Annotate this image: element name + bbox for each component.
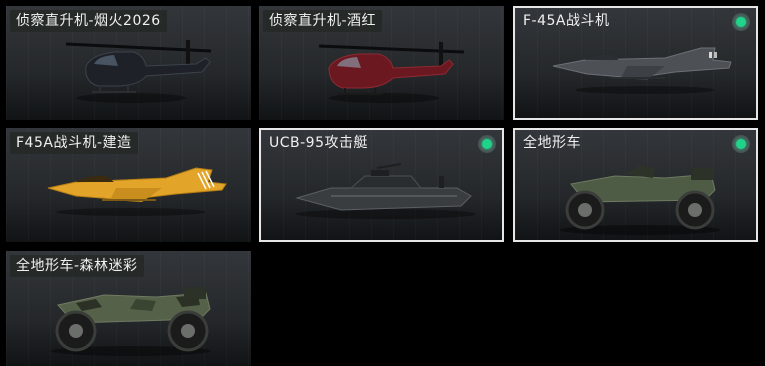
vehicle-label: F-45A战斗机 — [523, 13, 610, 29]
equipped-indicator-icon — [732, 135, 750, 153]
vehicle-card-atv[interactable]: 全地形车 — [513, 128, 758, 242]
vehicle-card-ucb95-attack-boat[interactable]: UCB-95攻击艇 — [259, 128, 504, 242]
vehicle-card-scout-heli-wine-red[interactable]: 侦察直升机-酒红 — [259, 6, 504, 120]
vehicle-label: UCB-95攻击艇 — [269, 135, 368, 151]
vehicle-skin-grid: 侦察直升机-烟火2026 侦察直升机-酒红 F-45A战斗机 F45A战斗机-建… — [0, 0, 765, 366]
vehicle-card-f45a-fighter[interactable]: F-45A战斗机 — [513, 6, 758, 120]
vehicle-card-atv-forest-camo[interactable]: 全地形车-森林迷彩 — [6, 251, 251, 366]
vehicle-label: 全地形车 — [523, 135, 581, 151]
equipped-indicator-icon — [478, 135, 496, 153]
vehicle-label: 侦察直升机-酒红 — [263, 10, 383, 32]
vehicle-card-scout-heli-fireworks[interactable]: 侦察直升机-烟火2026 — [6, 6, 251, 120]
vehicle-label: 全地形车-森林迷彩 — [10, 255, 144, 277]
vehicle-card-f45a-fighter-build[interactable]: F45A战斗机-建造 — [6, 128, 251, 242]
equipped-indicator-icon — [732, 13, 750, 31]
vehicle-label: 侦察直升机-烟火2026 — [10, 10, 167, 32]
vehicle-label: F45A战斗机-建造 — [10, 132, 138, 154]
